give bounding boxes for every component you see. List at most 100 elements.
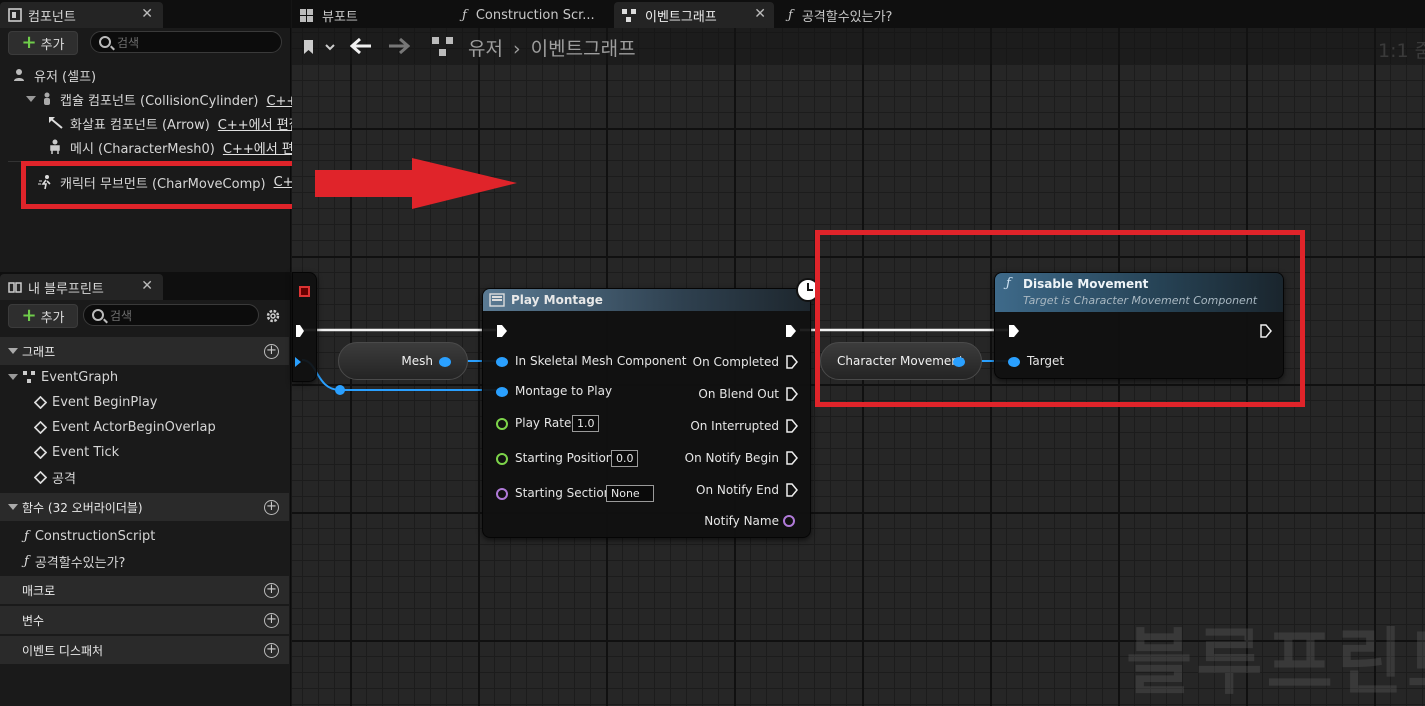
collapse-arrow-icon[interactable] bbox=[26, 96, 36, 102]
event-marker-icon bbox=[299, 286, 310, 297]
event-diamond-icon bbox=[34, 395, 47, 409]
add-component-button[interactable]: + 추가 bbox=[8, 31, 78, 55]
close-icon[interactable]: ✕ bbox=[141, 6, 153, 22]
pin-label-on-blend-out: On Blend Out bbox=[698, 387, 779, 401]
component-label: 메시 (CharacterMesh0) bbox=[70, 141, 215, 157]
plus-icon: + bbox=[21, 32, 37, 53]
section-label: 이벤트 디스패처 bbox=[22, 643, 104, 658]
exec-out-pin-icon[interactable] bbox=[786, 387, 799, 401]
section-variables[interactable]: 변수 + bbox=[0, 606, 289, 634]
component-item-capsule[interactable]: 캡슐 컴포넌트 (CollisionCylinder) C++에. bbox=[26, 88, 313, 110]
components-tabbar: 컴포넌트 ✕ bbox=[0, 0, 291, 28]
pin-label-on-completed: On Completed bbox=[692, 355, 779, 369]
play-montage-node[interactable]: Play Montage In Skeletal Mesh Component … bbox=[482, 278, 820, 538]
function-item-constructionscript[interactable]: ƒ ConstructionScript bbox=[24, 525, 155, 547]
graph-item-label: EventGraph bbox=[41, 369, 119, 385]
tab-event-graph[interactable]: 이벤트그래프 ✕ bbox=[614, 2, 774, 28]
collapse-arrow-icon[interactable] bbox=[8, 504, 18, 510]
object-pin-icon[interactable] bbox=[439, 357, 451, 367]
exec-in-pin-icon[interactable] bbox=[496, 324, 508, 338]
graph-item-tick[interactable]: Event Tick bbox=[34, 441, 119, 463]
exec-out-pin-icon[interactable] bbox=[785, 324, 797, 338]
exec-pin-icon[interactable] bbox=[295, 324, 305, 338]
add-circle-icon[interactable]: + bbox=[264, 643, 279, 658]
mesh-variable-node[interactable]: Mesh bbox=[338, 342, 468, 380]
gear-icon[interactable] bbox=[264, 307, 282, 325]
blueprint-search-input[interactable]: 검색 bbox=[83, 304, 259, 326]
tab-components[interactable]: 컴포넌트 ✕ bbox=[0, 2, 163, 28]
section-macros[interactable]: 매크로 + bbox=[0, 576, 289, 604]
tab-viewport[interactable]: 뷰포트 bbox=[300, 2, 358, 28]
add-circle-icon[interactable]: + bbox=[264, 500, 279, 515]
close-icon[interactable]: ✕ bbox=[141, 278, 153, 294]
section-label: 매크로 bbox=[22, 583, 56, 598]
function-item-canattack[interactable]: ƒ 공격할수있는가? bbox=[24, 550, 125, 572]
close-icon[interactable]: ✕ bbox=[754, 6, 766, 22]
pin-label-play-rate: Play Rate bbox=[515, 416, 572, 430]
exec-out-pin-icon[interactable] bbox=[786, 451, 799, 465]
exec-out-pin-icon[interactable] bbox=[786, 483, 799, 497]
montage-icon bbox=[489, 293, 505, 307]
pin-label-on-notify-end: On Notify End bbox=[696, 483, 779, 497]
arrow-component-icon bbox=[49, 117, 63, 129]
tab-my-blueprint[interactable]: 내 블루프린트 ✕ bbox=[0, 274, 163, 300]
graph-item-attack[interactable]: 공격 bbox=[34, 466, 76, 488]
graph-item-eventgraph[interactable]: EventGraph bbox=[8, 366, 118, 388]
object-pin-icon[interactable] bbox=[496, 387, 508, 397]
search-placeholder: 검색 bbox=[110, 308, 133, 323]
function-icon: ƒ bbox=[788, 7, 793, 23]
graph-item-label: Event ActorBeginOverlap bbox=[52, 419, 216, 435]
name-pin-icon[interactable] bbox=[783, 515, 795, 527]
component-item-self[interactable]: 유저 (셀프) bbox=[12, 64, 96, 86]
function-icon: ƒ bbox=[24, 528, 29, 544]
graph-icon bbox=[622, 8, 636, 22]
add-circle-icon[interactable]: + bbox=[264, 613, 279, 628]
pin-label-notify-name: Notify Name bbox=[704, 514, 779, 528]
exec-out-pin-icon[interactable] bbox=[786, 355, 799, 369]
graph-item-beginplay[interactable]: Event BeginPlay bbox=[34, 391, 158, 413]
float-pin-icon[interactable] bbox=[496, 453, 508, 465]
pin-label-skeletal-mesh: In Skeletal Mesh Component bbox=[515, 354, 687, 368]
event-node-partial[interactable] bbox=[292, 272, 317, 382]
graph-item-beginoverlap[interactable]: Event ActorBeginOverlap bbox=[34, 416, 216, 438]
tab-label: 이벤트그래프 bbox=[645, 9, 717, 25]
play-rate-input[interactable]: 1.0 bbox=[572, 415, 599, 432]
section-graphs[interactable]: 그래프 + bbox=[0, 337, 289, 365]
person-icon bbox=[14, 69, 24, 81]
event-diamond-icon bbox=[34, 420, 47, 434]
exec-out-pin-icon[interactable] bbox=[786, 419, 799, 433]
add-member-button[interactable]: + 추가 bbox=[8, 304, 78, 328]
editor-tabbar: 뷰포트 ƒ Construction Scr... 이벤트그래프 ✕ ƒ 공격할수있는… bbox=[292, 0, 1425, 28]
components-search-input[interactable]: 검색 bbox=[90, 31, 282, 53]
tab-construction-script[interactable]: ƒ Construction Scr... bbox=[462, 2, 595, 28]
component-label: 화살표 컴포넌트 (Arrow) bbox=[70, 117, 210, 133]
tab-label: 공격할수있는가? bbox=[801, 9, 893, 25]
section-dispatchers[interactable]: 이벤트 디스패처 + bbox=[0, 636, 289, 664]
add-circle-icon[interactable]: + bbox=[264, 583, 279, 598]
component-item-arrow[interactable]: 화살표 컴포넌트 (Arrow) C++에서 편집 bbox=[48, 112, 301, 134]
add-circle-icon[interactable]: + bbox=[264, 344, 279, 359]
float-pin-icon[interactable] bbox=[496, 418, 508, 430]
reroute-node[interactable] bbox=[335, 385, 345, 395]
edit-in-cpp-link[interactable]: C++에서 편집 bbox=[218, 114, 301, 133]
name-pin-icon[interactable] bbox=[496, 488, 508, 500]
component-item-mesh[interactable]: 메시 (CharacterMesh0) C++에서 편집 bbox=[48, 136, 306, 158]
section-functions[interactable]: 함수 (32 오버라이더블) + bbox=[0, 493, 289, 521]
node-title: Play Montage bbox=[511, 293, 603, 307]
section-label: 함수 (32 오버라이더블) bbox=[22, 500, 143, 515]
collapse-arrow-icon[interactable] bbox=[8, 374, 18, 380]
search-icon bbox=[92, 309, 104, 321]
tab-label: 뷰포트 bbox=[322, 9, 358, 25]
tab-label: Construction Scr... bbox=[475, 7, 595, 23]
search-icon bbox=[99, 36, 111, 48]
section-label: 변수 bbox=[22, 613, 45, 628]
event-diamond-icon bbox=[34, 470, 47, 484]
starting-section-input[interactable]: None bbox=[606, 485, 654, 502]
collapse-arrow-icon[interactable] bbox=[8, 348, 18, 354]
component-label: 유저 (셀프) bbox=[34, 69, 97, 85]
tab-components-label: 컴포넌트 bbox=[28, 9, 76, 25]
event-diamond-icon bbox=[34, 445, 47, 459]
starting-position-input[interactable]: 0.0 bbox=[611, 450, 638, 467]
object-pin-icon[interactable] bbox=[496, 357, 508, 367]
tab-can-attack[interactable]: ƒ 공격할수있는가? bbox=[788, 2, 892, 28]
